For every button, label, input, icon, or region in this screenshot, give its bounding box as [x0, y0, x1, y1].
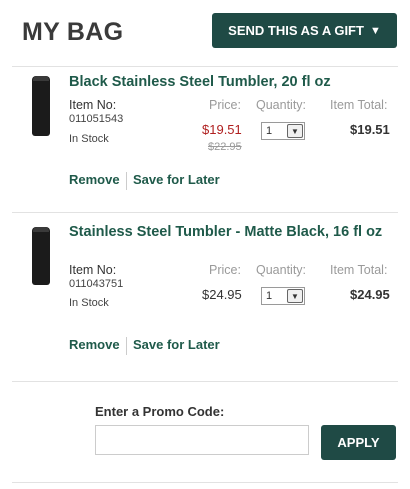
- item-total: $19.51: [350, 122, 390, 137]
- promo-code-input[interactable]: [95, 425, 309, 455]
- action-separator: [126, 172, 127, 190]
- quantity-label: Quantity:: [256, 263, 307, 277]
- original-price: $22.95: [208, 141, 242, 153]
- price-label: Price:: [209, 98, 241, 112]
- save-for-later-button[interactable]: Save for Later: [133, 337, 220, 352]
- item-total-label: Item Total:: [330, 263, 388, 277]
- item-number: 011043751: [69, 278, 124, 290]
- item-number-label: Item No:: [69, 98, 117, 112]
- divider: [12, 212, 398, 213]
- divider: [12, 66, 398, 67]
- product-name-link[interactable]: Stainless Steel Tumbler - Matte Black, 1…: [69, 224, 389, 241]
- sale-price: $19.51: [202, 122, 242, 137]
- item-number: 011051543: [69, 113, 124, 125]
- send-as-gift-button[interactable]: SEND THIS AS A GIFT ▼: [212, 13, 397, 48]
- quantity-value: 1: [266, 290, 273, 302]
- divider: [12, 482, 398, 483]
- save-for-later-button[interactable]: Save for Later: [133, 172, 220, 187]
- apply-button[interactable]: APPLY: [321, 425, 396, 460]
- chevron-down-icon: ▼: [287, 289, 303, 303]
- divider: [12, 381, 398, 382]
- product-name-link[interactable]: Black Stainless Steel Tumbler, 20 fl oz: [69, 74, 389, 91]
- promo-code-label: Enter a Promo Code:: [95, 404, 225, 419]
- remove-button[interactable]: Remove: [69, 337, 120, 352]
- product-image[interactable]: [32, 76, 50, 136]
- quantity-select[interactable]: 1 ▼: [261, 287, 305, 305]
- chevron-down-icon: ▼: [287, 124, 303, 138]
- caret-down-icon: ▼: [369, 24, 381, 37]
- quantity-value: 1: [266, 125, 273, 137]
- item-number-label: Item No:: [69, 263, 117, 277]
- quantity-label: Quantity:: [256, 98, 307, 112]
- bag-header: MY BAG SEND THIS AS A GIFT ▼: [0, 0, 410, 66]
- gift-button-label: SEND THIS AS A GIFT: [228, 23, 364, 38]
- price-label: Price:: [209, 263, 241, 277]
- product-image[interactable]: [32, 227, 50, 285]
- item-total-label: Item Total:: [330, 98, 388, 112]
- stock-status: In Stock: [69, 297, 109, 309]
- action-separator: [126, 337, 127, 355]
- quantity-select[interactable]: 1 ▼: [261, 122, 305, 140]
- remove-button[interactable]: Remove: [69, 172, 120, 187]
- item-total: $24.95: [350, 287, 390, 302]
- price: $24.95: [202, 287, 242, 302]
- page-title: MY BAG: [22, 18, 124, 46]
- stock-status: In Stock: [69, 133, 109, 145]
